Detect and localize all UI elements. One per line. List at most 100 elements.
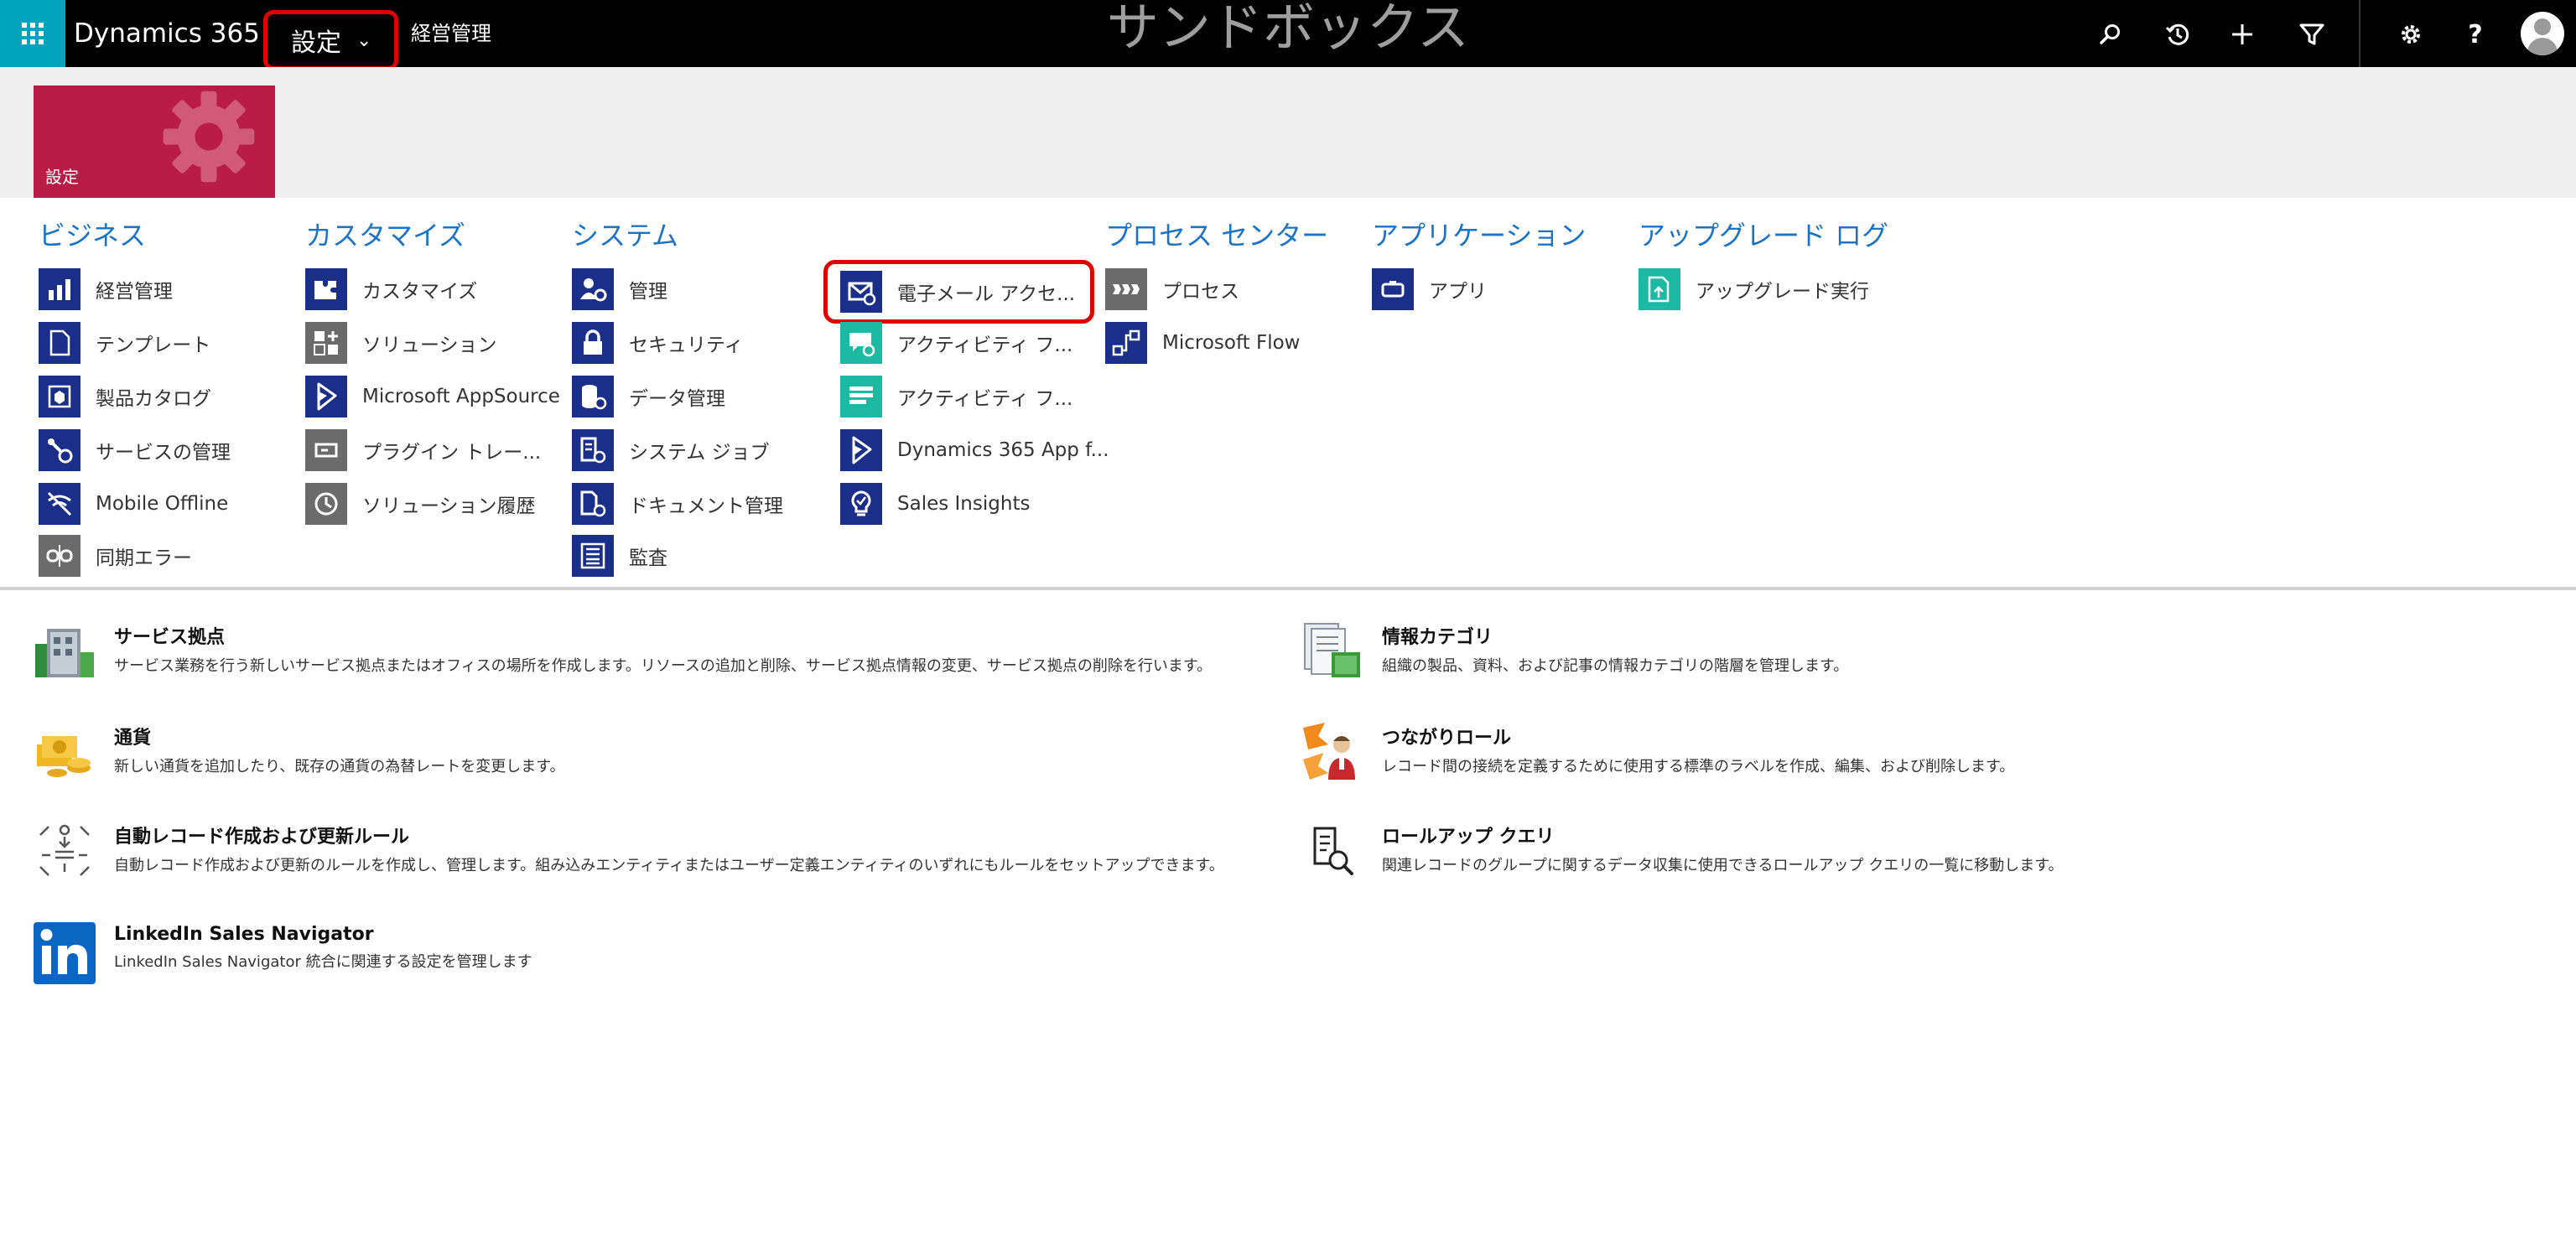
sync-error-icon — [39, 535, 80, 577]
settings-item-title: 自動レコード作成および更新ルール — [114, 827, 410, 848]
nav-item-sales-insights[interactable]: Sales Insights — [840, 483, 1030, 525]
mobile-offline-icon — [39, 483, 80, 525]
settings-item-description: レコード間の接続を定義するために使用する標準のラベルを作成、編集、および削除しま… — [1382, 758, 2015, 775]
group-title-application: アプリケーション — [1372, 220, 1587, 252]
app-launcher-icon[interactable] — [0, 0, 65, 67]
nav-item-label: カスタマイズ — [362, 281, 478, 303]
nav-item-label: Microsoft AppSource — [362, 386, 560, 407]
nav-item-label: セキュリティ — [629, 335, 744, 356]
connection-roles-icon — [1303, 723, 1355, 780]
nav-item-solution-history[interactable]: ソリューション履歴 — [305, 483, 536, 525]
settings-item-title: ロールアップ クエリ — [1382, 827, 1555, 848]
activity-feeds-config-icon — [840, 322, 882, 364]
settings-item-subjects[interactable]: 情報カテゴリ 組織の製品、資料、および記事の情報カテゴリの階層を管理します。 — [1300, 619, 1848, 684]
nav-item-sync-error[interactable]: 同期エラー — [39, 535, 192, 577]
settings-item-linkedin[interactable]: LinkedIn Sales Navigator LinkedIn Sales … — [32, 921, 532, 986]
nav-item-activity-feeds-configuration[interactable]: アクティビティ フ... — [840, 322, 1072, 364]
nav-item-mobile-offline[interactable]: Mobile Offline — [39, 483, 228, 525]
business-management-icon — [39, 268, 80, 310]
app-title[interactable]: Dynamics 365 — [74, 0, 260, 67]
settings-item-title: 情報カテゴリ — [1382, 627, 1493, 648]
nav-item-label: 電子メール アクセ... — [897, 283, 1076, 305]
solution-history-icon — [305, 483, 347, 525]
group-title-process-center: プロセス センター — [1105, 220, 1329, 252]
settings-item-title: 通貨 — [114, 728, 152, 749]
nav-item-plugin-trace[interactable]: プラグイン トレー... — [305, 429, 541, 471]
settings-item-description: サービス業務を行う新しいサービス拠点またはオフィスの場所を作成します。リソースの… — [114, 657, 1213, 675]
area-ribbon: 設定 — [0, 67, 2576, 198]
settings-tile-label: 設定 — [45, 167, 79, 187]
auditing-icon — [572, 535, 614, 577]
nav-item-label: Dynamics 365 App f... — [897, 439, 1109, 461]
nav-item-label: プロセス — [1162, 281, 1239, 303]
toolbar-divider — [2359, 0, 2360, 67]
settings-item-currencies[interactable]: 通貨 新しい通貨を追加したり、既存の通貨の為替レートを変更します。 — [32, 719, 564, 785]
nav-item-label: 同期エラー — [96, 547, 192, 569]
nav-item-label: ドキュメント管理 — [629, 495, 783, 517]
group-title-business: ビジネス — [39, 220, 147, 252]
nav-item-system-jobs[interactable]: システム ジョブ — [572, 429, 770, 471]
plugin-trace-icon — [305, 429, 347, 471]
filter-icon[interactable] — [2298, 20, 2326, 49]
record-creation-rules-icon — [39, 824, 90, 876]
nav-item-label: アクティビティ フ... — [897, 388, 1073, 410]
nav-item-product-catalog[interactable]: 製品カタログ — [39, 376, 211, 418]
nav-item-appsource[interactable]: Microsoft AppSource — [305, 376, 560, 418]
nav-item-business-management[interactable]: 経営管理 — [39, 268, 173, 310]
settings-item-sites[interactable]: サービス拠点 サービス業務を行う新しいサービス拠点またはオフィスの場所を作成しま… — [32, 619, 1212, 684]
settings-item-record-creation-rules[interactable]: 自動レコード作成および更新ルール 自動レコード作成および更新のルールを作成し、管… — [32, 818, 1224, 884]
breadcrumb[interactable]: 経営管理 — [411, 0, 491, 67]
nav-item-label: データ管理 — [629, 388, 725, 410]
nav-item-label: 製品カタログ — [96, 388, 211, 410]
sites-icon — [35, 629, 94, 677]
nav-item-email-configuration[interactable]: 電子メール アクセ... — [823, 260, 1095, 324]
subjects-icon — [1304, 623, 1360, 677]
nav-item-upgrade-runs[interactable]: アップグレード実行 — [1639, 268, 1869, 310]
nav-item-processes[interactable]: プロセス — [1105, 268, 1239, 310]
group-title-customization: カスタマイズ — [305, 220, 466, 252]
nav-item-solutions[interactable]: ソリューション — [305, 322, 497, 364]
nav-item-activity-feeds-rules[interactable]: アクティビティ フ... — [840, 376, 1072, 418]
nav-item-administration[interactable]: 管理 — [572, 268, 667, 310]
nav-item-label: システム ジョブ — [629, 442, 770, 464]
nav-item-label: ソリューション履歴 — [362, 495, 536, 517]
templates-icon — [39, 322, 80, 364]
recent-icon[interactable] — [2163, 20, 2192, 49]
nav-item-security[interactable]: セキュリティ — [572, 322, 744, 364]
area-menu-label: 設定 — [291, 29, 341, 58]
apps-icon — [1372, 268, 1414, 310]
system-jobs-icon — [572, 429, 614, 471]
nav-item-document-management[interactable]: ドキュメント管理 — [572, 483, 783, 525]
settings-item-connection-roles[interactable]: つながりロール レコード間の接続を定義するために使用する標準のラベルを作成、編集… — [1300, 719, 2014, 785]
nav-item-microsoft-flow[interactable]: Microsoft Flow — [1105, 322, 1300, 364]
settings-item-description: 自動レコード作成および更新のルールを作成し、管理します。組み込みエンティティまた… — [114, 857, 1224, 874]
settings-item-description: 新しい通貨を追加したり、既存の通貨の為替レートを変更します。 — [114, 758, 565, 775]
nav-item-label: サービスの管理 — [96, 442, 231, 464]
settings-tile[interactable]: 設定 — [34, 86, 275, 198]
new-icon[interactable] — [2228, 20, 2257, 49]
nav-item-label: アップグレード実行 — [1696, 281, 1869, 303]
group-title-upgrade-log: アップグレード ログ — [1639, 220, 1889, 252]
data-management-icon — [572, 376, 614, 418]
help-icon[interactable]: ? — [2461, 20, 2490, 49]
nav-item-data-management[interactable]: データ管理 — [572, 376, 725, 418]
nav-item-customizations[interactable]: カスタマイズ — [305, 268, 477, 310]
settings-item-description: 組織の製品、資料、および記事の情報カテゴリの階層を管理します。 — [1382, 657, 1849, 675]
nav-item-apps[interactable]: アプリ — [1372, 268, 1487, 310]
settings-item-rollup-queries[interactable]: ロールアップ クエリ 関連レコードのグループに関するデータ収集に使用できるロール… — [1300, 818, 2063, 884]
nav-item-dynamics-app[interactable]: Dynamics 365 App f... — [840, 429, 1109, 471]
search-icon[interactable] — [2096, 20, 2125, 49]
area-menu-button[interactable]: 設定 ⌄ — [263, 10, 398, 70]
appsource-icon — [305, 376, 347, 418]
nav-item-label: Microsoft Flow — [1162, 332, 1301, 354]
user-avatar[interactable] — [2521, 12, 2564, 55]
settings-icon[interactable] — [2397, 20, 2425, 49]
nav-item-auditing[interactable]: 監査 — [572, 535, 667, 577]
chevron-down-icon: ⌄ — [356, 29, 372, 51]
customizations-icon — [305, 268, 347, 310]
settings-item-description: 関連レコードのグループに関するデータ収集に使用できるロールアップ クエリの一覧に… — [1382, 857, 2064, 874]
settings-item-title: LinkedIn Sales Navigator — [114, 924, 374, 945]
nav-item-service-management[interactable]: サービスの管理 — [39, 429, 231, 471]
nav-item-templates[interactable]: テンプレート — [39, 322, 210, 364]
administration-icon — [572, 268, 614, 310]
